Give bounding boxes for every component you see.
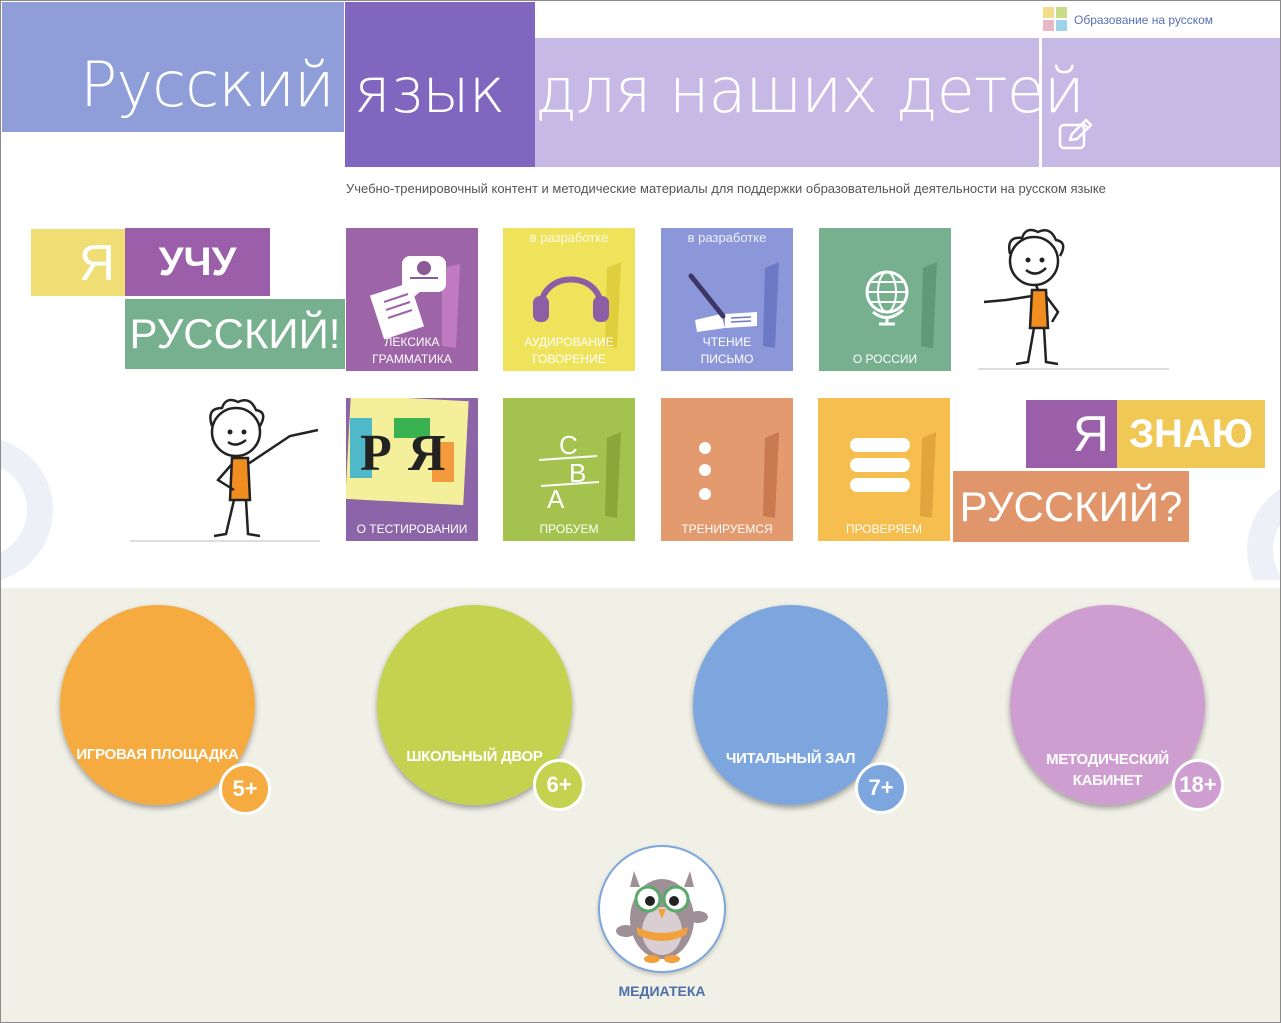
- tile-about-russia[interactable]: О РОССИИ: [819, 228, 951, 371]
- tile-vocab-grammar[interactable]: ЛЕКСИКА ГРАММАТИКА: [346, 228, 478, 371]
- in-development-badge: в разработке: [529, 230, 609, 245]
- globe-icon: [865, 262, 937, 348]
- tile-label: О ТЕСТИРОВАНИИ: [356, 522, 468, 536]
- media-library-label[interactable]: МЕДИАТЕКА: [600, 983, 724, 999]
- svg-text:C: C: [559, 430, 578, 460]
- abc-steps-icon: C B A: [538, 430, 621, 518]
- section-label: ЧИТАЛЬНЫЙ ЗАЛ: [725, 750, 856, 767]
- svg-text:Я: Я: [408, 425, 446, 482]
- owl-icon: [616, 871, 708, 963]
- age-badge: 7+: [855, 762, 907, 814]
- site-tagline: Учебно-тренировочный контент и методичес…: [346, 181, 1106, 196]
- media-library[interactable]: [598, 845, 726, 973]
- age-badge: 6+: [533, 759, 585, 811]
- decor-ring-right: [1247, 488, 1281, 580]
- site-title-part3: для наших детей: [535, 54, 1085, 127]
- kid-mascot-pointing-left: [978, 228, 1169, 370]
- site-title-part1: Русский: [80, 48, 335, 121]
- tile-about-testing[interactable]: Р Я О ТЕСТИРОВАНИИ: [346, 398, 478, 541]
- tile-label: О РОССИИ: [852, 352, 918, 366]
- site-title-part2: язык: [354, 54, 505, 127]
- tile-label: ТРЕНИРУЕМСЯ: [681, 522, 773, 536]
- edit-icon[interactable]: [1058, 118, 1094, 152]
- decor-ring-left: [0, 440, 53, 580]
- svg-text:Р: Р: [360, 425, 392, 482]
- in-development-badge: в разработке: [687, 230, 767, 245]
- tile-label: ЧТЕНИЕ ПИСЬМО: [700, 335, 754, 366]
- edu-in-russian-link[interactable]: Образование на русском: [1074, 13, 1213, 27]
- dots-icon: [699, 432, 779, 518]
- tile-label: АУДИРОВАНИЕ ГОВОРЕНИЕ: [524, 335, 614, 366]
- tile-listening-speaking[interactable]: в разработке АУДИРОВАНИЕ ГОВОРЕНИЕ: [503, 228, 635, 371]
- tile-try[interactable]: C B A ПРОБУЕМ: [503, 398, 635, 541]
- svg-text:A: A: [547, 484, 565, 514]
- slogan-know-word2: ЗНАЮ: [1117, 400, 1265, 468]
- list-lines-icon: [850, 432, 936, 518]
- tile-label: ПРОБУЕМ: [539, 522, 599, 536]
- slogan-know-word3: РУССКИЙ?: [953, 471, 1189, 542]
- age-badge: 5+: [219, 763, 271, 815]
- tile-label: ПРОВЕРЯЕМ: [845, 522, 923, 536]
- slogan-learn-word2: УЧУ: [125, 228, 270, 296]
- age-badge: 18+: [1172, 759, 1224, 811]
- edu-logo-icon[interactable]: [1043, 7, 1067, 31]
- section-label: ИГРОВАЯ ПЛОЩАДКА: [76, 746, 239, 763]
- tile-reading-writing[interactable]: в разработке ЧТЕНИЕ ПИСЬМО: [661, 228, 793, 371]
- tile-label: ЛЕКСИКА ГРАММАТИКА: [372, 335, 452, 366]
- slogan-learn-word1: Я: [31, 229, 125, 296]
- slogan-learn-word3: РУССКИЙ!: [125, 299, 345, 369]
- letters-card-icon: Р Я: [346, 398, 469, 506]
- kid-mascot-pointing-right: [130, 398, 320, 542]
- tile-practice[interactable]: ТРЕНИРУЕМСЯ: [661, 398, 793, 541]
- slogan-know-word1: Я: [1026, 400, 1117, 468]
- tile-check[interactable]: ПРОВЕРЯЕМ: [818, 398, 950, 541]
